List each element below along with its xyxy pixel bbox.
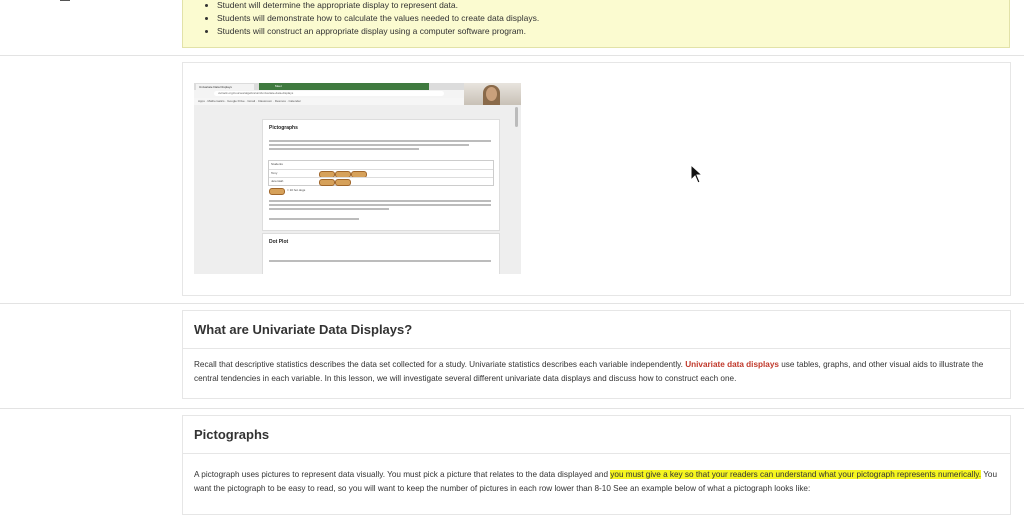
objective-item: Students will demonstrate how to calcula… <box>217 12 539 25</box>
section-body: Recall that descriptive statistics descr… <box>183 349 1010 394</box>
section-title: What are Univariate Data Displays? <box>183 311 1010 349</box>
video-card: Univariate Data Displays Meet uvtrack.or… <box>182 62 1011 296</box>
recorded-pictograph-table: Students Tony Jeremiah <box>268 160 494 186</box>
table-cell: Tony <box>271 171 278 175</box>
highlighted-text: you must give a key so that your readers… <box>610 470 982 479</box>
row-divider <box>0 408 1024 409</box>
recorded-pictographs-heading: Pictographs <box>269 125 298 131</box>
text-line <box>269 204 491 206</box>
table-row: Students <box>269 161 493 169</box>
univariate-section-card: What are Univariate Data Displays? Recal… <box>182 310 1011 399</box>
video-screen-recording: Univariate Data Displays Meet uvtrack.or… <box>194 83 521 274</box>
pictographs-section-card: Pictographs A pictograph uses pictures t… <box>182 415 1011 515</box>
url-field: uvtrack.org/courses/algebra/unit/univari… <box>214 91 444 96</box>
hot-dog-icon <box>269 188 285 195</box>
text-line <box>269 200 491 202</box>
recorded-scrollbar <box>515 107 518 127</box>
text-line <box>269 218 359 220</box>
table-row: Jeremiah <box>269 177 493 186</box>
recorded-webpage: Pictographs Students Tony Jeremiah = 10 … <box>194 105 521 274</box>
row-divider <box>0 303 1024 304</box>
recorded-pictographs-card: Pictographs Students Tony Jeremiah = 10 … <box>262 119 500 231</box>
sidebar-marker <box>60 0 70 1</box>
text-line <box>269 148 419 150</box>
meet-tab: Meet <box>259 83 429 90</box>
table-cell: Jeremiah <box>271 179 284 183</box>
keyword-highlight: Univariate data displays <box>685 360 779 369</box>
section-title: Pictographs <box>183 416 1010 454</box>
lesson-video[interactable]: Univariate Data Displays Meet uvtrack.or… <box>194 83 521 274</box>
browser-tab-bar: Univariate Data Displays Meet <box>194 83 464 90</box>
objectives-box: Student will determine the appropriate d… <box>182 0 1010 48</box>
text-line <box>269 140 491 142</box>
recorded-dot-plot-card: Dot Plot <box>262 233 500 274</box>
body-text: Recall that descriptive statistics descr… <box>194 360 686 369</box>
objectives-list: Student will determine the appropriate d… <box>183 0 539 38</box>
text-line <box>269 260 491 262</box>
hot-dog-icon <box>319 179 335 186</box>
hot-dog-icon <box>335 179 351 186</box>
pictograph-key-label: = 10 hot dogs <box>287 188 306 192</box>
table-cell: Students <box>271 162 283 166</box>
mouse-cursor-icon <box>690 164 704 184</box>
text-line <box>269 144 469 146</box>
bookmarks-bar: Apps · Mathematics · Google Drive · Gmai… <box>194 98 464 105</box>
section-body: A pictograph uses pictures to represent … <box>183 454 1010 504</box>
presenter-face <box>486 87 497 101</box>
body-text: A pictograph uses pictures to represent … <box>194 470 611 479</box>
objective-item: Students will construct an appropriate d… <box>217 25 539 38</box>
text-line <box>269 208 389 210</box>
row-divider <box>0 55 1024 56</box>
objective-item: Student will determine the appropriate d… <box>217 0 539 12</box>
recorded-dot-plot-heading: Dot Plot <box>269 239 289 245</box>
